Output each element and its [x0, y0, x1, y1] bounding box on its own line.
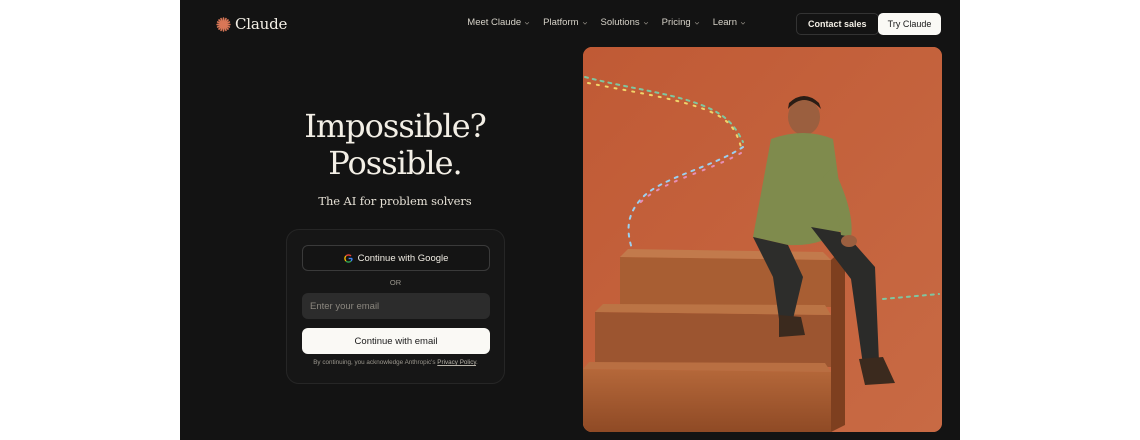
google-button-label: Continue with Google [357, 252, 449, 264]
chevron-down-icon [740, 21, 746, 25]
nav-item-pricing[interactable]: Pricing [662, 17, 700, 28]
try-claude-button[interactable]: Try Claude [878, 13, 941, 35]
legal-suffix: . [476, 359, 478, 366]
hero-image [583, 47, 942, 432]
chevron-down-icon [582, 21, 587, 25]
headline-line-2: Possible. [328, 144, 462, 182]
continue-with-google-button[interactable]: Continue with Google [302, 245, 490, 271]
nav-item-solutions[interactable]: Solutions [601, 17, 649, 28]
privacy-policy-link[interactable]: Privacy Policy [437, 359, 476, 366]
google-icon [343, 253, 353, 263]
nav-item-meet-claude[interactable]: Meet Claude [467, 17, 530, 28]
nav-item-label: Meet Claude [467, 17, 522, 28]
email-field[interactable] [302, 293, 490, 319]
nav-item-platform[interactable]: Platform [543, 17, 587, 28]
continue-with-email-button[interactable]: Continue with email [302, 328, 490, 354]
headline-line-1: Impossible? [304, 107, 487, 145]
chevron-down-icon [643, 21, 648, 25]
nav-item-label: Learn [712, 17, 737, 28]
nav-item-label: Platform [543, 17, 579, 28]
legal-notice: By continuing, you acknowledge Anthropic… [287, 359, 504, 366]
hero-subheading: The AI for problem solvers [318, 194, 472, 208]
hero-headline: Impossible? Possible. [286, 108, 504, 182]
page-frame: Claude Meet Claude Platform Solutions Pr… [180, 0, 960, 440]
brand-name: Claude [235, 15, 288, 33]
chevron-down-icon [694, 21, 699, 25]
nav-item-label: Pricing [661, 17, 691, 28]
nav-item-label: Solutions [600, 17, 640, 28]
contact-sales-button[interactable]: Contact sales [796, 13, 879, 35]
top-nav: Meet Claude Platform Solutions Pricing L… [467, 17, 746, 28]
chevron-down-icon [525, 21, 530, 25]
nav-item-learn[interactable]: Learn [713, 17, 746, 28]
claude-logo[interactable]: Claude [216, 14, 287, 34]
or-divider: OR [389, 278, 402, 287]
auth-card: Continue with Google OR Continue with em… [286, 229, 505, 384]
legal-text: By continuing, you acknowledge Anthropic… [313, 359, 436, 366]
sparkle-icon [216, 16, 231, 32]
